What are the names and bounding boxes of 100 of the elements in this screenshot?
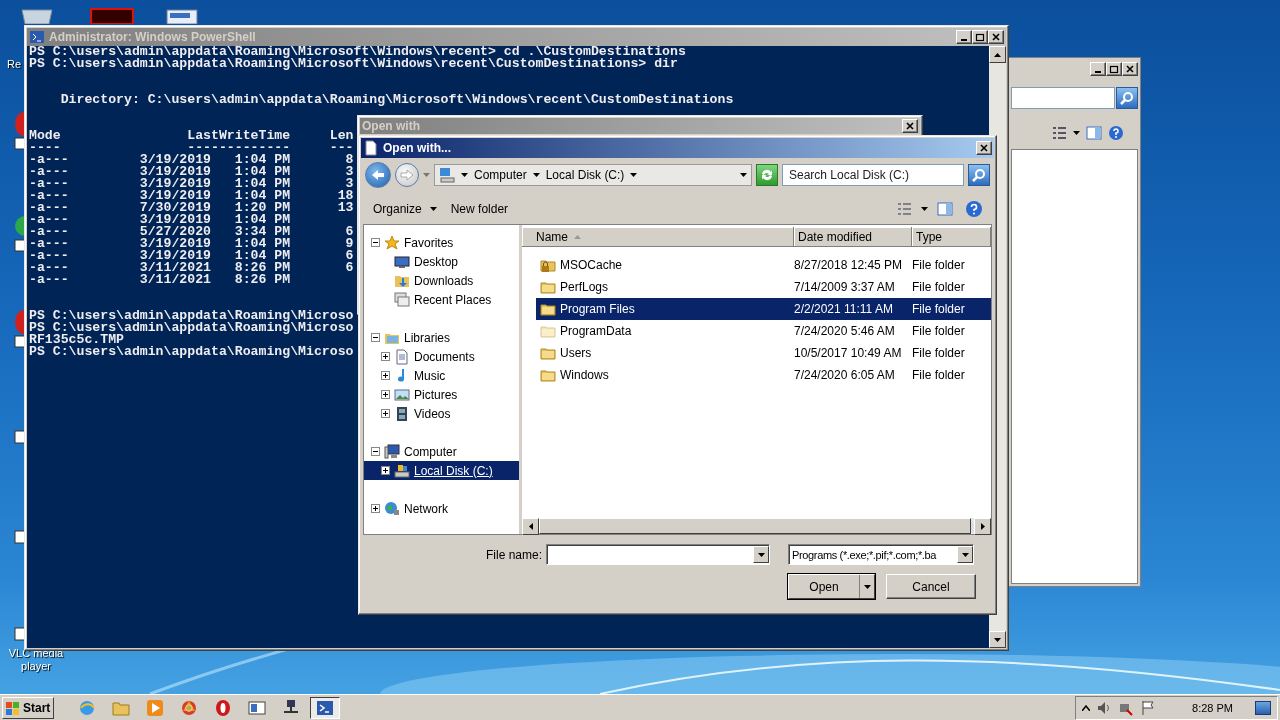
tree-item[interactable]: Local Disk (C:): [364, 461, 519, 480]
picture-icon: [394, 386, 410, 403]
file-type: File folder: [912, 368, 966, 382]
date-modified: 7/24/2020 5:46 AM: [794, 324, 896, 338]
windows-flag-icon: [5, 699, 21, 716]
expand-toggle[interactable]: [381, 352, 390, 361]
folder-icon: [540, 279, 556, 295]
tree-item[interactable]: Computer: [364, 442, 519, 461]
expand-toggle[interactable]: [371, 238, 380, 247]
help-icon: [965, 200, 983, 218]
tree-item[interactable]: Desktop: [364, 252, 519, 271]
column-header[interactable]: Type: [912, 227, 991, 247]
date-modified: 8/27/2018 12:45 PM: [794, 258, 904, 272]
tree-item[interactable]: Music: [364, 366, 519, 385]
scroll-down-icon: [994, 637, 1001, 642]
tree-item[interactable]: Libraries: [364, 328, 519, 347]
close-icon: [991, 32, 1001, 42]
caret-icon: [461, 173, 468, 177]
expand-toggle[interactable]: [381, 409, 390, 418]
close-button[interactable]: [976, 141, 992, 155]
taskbar-button[interactable]: [310, 696, 340, 719]
column-header[interactable]: Name: [522, 227, 794, 247]
console-line: PS C:\users\admin\appdata\Roaming\Microso: [29, 310, 354, 322]
close-icon: [905, 121, 915, 131]
console-line: Directory: C:\users\admin\appdata\Roaming\Microsoft\Windows\recent\CustomDestinations: [59, 94, 734, 106]
expand-toggle[interactable]: [381, 466, 390, 475]
maximize-button[interactable]: [1106, 62, 1122, 76]
console-line: -a--- 3/19/2019 1:04 PM 3: [29, 166, 354, 178]
console-line: -a--- 3/11/2021 8:26 PM 6: [29, 262, 354, 274]
minimize-button[interactable]: [1090, 62, 1106, 76]
expand-toggle[interactable]: [371, 504, 380, 513]
address-bar[interactable]: Computer Local Disk (C:): [434, 164, 752, 186]
back-button[interactable]: [365, 162, 391, 188]
minimize-button[interactable]: [956, 30, 972, 44]
caret-up-icon: [1082, 704, 1091, 711]
refresh-button[interactable]: [756, 164, 778, 186]
caret-icon: [630, 173, 638, 177]
monitor-icon: [394, 253, 410, 270]
date-modified: 7/14/2009 3:37 AM: [794, 280, 896, 294]
arrow-right-icon: [400, 169, 414, 181]
tree-item[interactable]: Network: [364, 499, 519, 518]
tree-item[interactable]: Pictures: [364, 385, 519, 404]
file-name-field[interactable]: [546, 544, 770, 565]
search-field[interactable]: Search Local Disk (C:): [782, 164, 964, 186]
file-row[interactable]: ProgramData 7/24/2020 5:46 AM File folder: [536, 320, 991, 342]
toolbar-button[interactable]: Organize: [369, 198, 441, 220]
dropdown-caret-icon: [740, 173, 747, 177]
start-button[interactable]: Start: [2, 696, 54, 719]
file-row[interactable]: Users 10/5/2017 10:49 AM File folder: [536, 342, 991, 364]
console-line: -a--- 3/11/2021 8:26 PM: [29, 274, 291, 286]
toolbar-button[interactable]: New folder: [446, 198, 513, 220]
clock[interactable]: 8:28 PM: [1192, 701, 1233, 714]
tree-item[interactable]: Favorites: [364, 233, 519, 252]
file-name: MSOCache: [560, 258, 624, 272]
maximize-button[interactable]: [972, 30, 988, 44]
console-line: -a--- 3/19/2019 1:04 PM 9: [29, 238, 354, 250]
expand-toggle[interactable]: [381, 390, 390, 399]
ring-icon: [214, 698, 232, 717]
file-row[interactable]: Windows 7/24/2020 6:05 AM File folder: [536, 364, 991, 386]
tree-item[interactable]: Videos: [364, 404, 519, 423]
search-button[interactable]: [1116, 87, 1138, 109]
close-button[interactable]: [1122, 62, 1138, 76]
tree-item[interactable]: Recent Places: [364, 290, 519, 309]
show-desktop-button[interactable]: [1255, 700, 1271, 715]
cancel-button[interactable]: Cancel: [886, 574, 976, 599]
computer-icon: [439, 167, 455, 183]
caret-icon: [1073, 131, 1080, 135]
expand-toggle[interactable]: [381, 371, 390, 380]
console-line: -a--- 7/30/2019 1:20 PM 13: [29, 202, 354, 214]
forward-button[interactable]: [395, 163, 419, 187]
search-field[interactable]: [1011, 87, 1115, 109]
console-line: PS C:\users\admin\appdata\Roaming\Microsoft\Windows\recent\CustomDestinations> dir: [29, 58, 678, 70]
document-icon: [394, 348, 410, 365]
breadcrumb-item[interactable]: Computer: [474, 168, 527, 182]
file-row[interactable]: Program Files 2/2/2021 11:11 AM File folder: [536, 298, 991, 320]
console-line: PS C:\users\admin\appdata\Roaming\Microso: [29, 322, 354, 334]
close-button[interactable]: [988, 30, 1004, 44]
file-type: File folder: [912, 324, 966, 338]
tree-item[interactable]: Documents: [364, 347, 519, 366]
open-button[interactable]: Open: [788, 574, 875, 599]
search-button[interactable]: [968, 164, 990, 186]
file-type-dropdown[interactable]: Programs (*.exe;*.pif;*.com;*.ba: [788, 544, 974, 565]
desktop-icon-label: Re: [5, 58, 23, 71]
search-icon: [1120, 91, 1134, 105]
tree-item[interactable]: Downloads: [364, 271, 519, 290]
expand-toggle[interactable]: [371, 333, 380, 342]
breadcrumb-item[interactable]: Local Disk (C:): [545, 168, 625, 182]
column-header[interactable]: Date modified: [794, 227, 912, 247]
console-line: RF135c5c.TMP: [29, 334, 124, 346]
file-row[interactable]: MSOCache 8/27/2018 12:45 PM File folder: [536, 254, 991, 276]
view-list-icon: [1051, 125, 1067, 141]
horizontal-scrollbar[interactable]: [522, 518, 991, 534]
ring-icon: [180, 698, 198, 717]
locked-folder-icon: [540, 257, 556, 273]
file-name: Users: [560, 346, 593, 360]
expand-toggle[interactable]: [371, 447, 380, 456]
file-name: PerfLogs: [560, 280, 610, 294]
close-button[interactable]: [902, 119, 918, 133]
file-row[interactable]: PerfLogs 7/14/2009 3:37 AM File folder: [536, 276, 991, 298]
computer-icon: [384, 443, 400, 460]
